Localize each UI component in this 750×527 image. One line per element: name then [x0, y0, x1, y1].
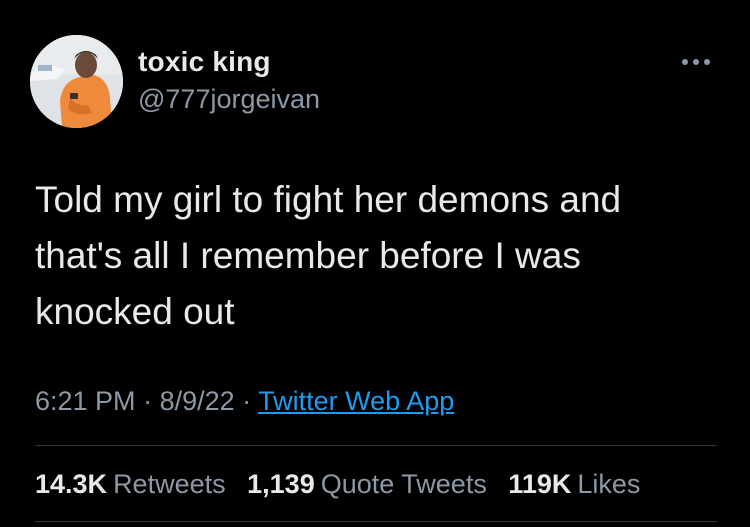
quote-tweets-label: Quote Tweets	[320, 469, 487, 499]
avatar-image	[30, 35, 123, 128]
tweet-date[interactable]: 8/9/22	[160, 386, 235, 416]
retweets-label: Retweets	[113, 469, 226, 499]
author-handle[interactable]: @777jorgeivan	[138, 84, 320, 115]
retweets-stat[interactable]: 14.3K Retweets	[35, 469, 226, 499]
tweet-text: Told my girl to fight her demons and tha…	[35, 179, 622, 332]
divider	[35, 445, 717, 446]
tweet-time[interactable]: 6:21 PM	[35, 386, 136, 416]
ellipsis-icon	[704, 59, 710, 65]
author-display-name[interactable]: toxic king	[138, 46, 271, 78]
tweet-source-link[interactable]: Twitter Web App	[258, 386, 454, 416]
more-options-button[interactable]	[676, 52, 716, 72]
meta-separator: ·	[135, 386, 160, 416]
avatar[interactable]	[30, 35, 123, 128]
meta-separator: ·	[234, 386, 259, 416]
quote-tweets-stat[interactable]: 1,139 Quote Tweets	[247, 469, 487, 499]
likes-count: 119K	[508, 469, 572, 499]
tweet-metadata: 6:21 PM · 8/9/22 · Twitter Web App	[35, 386, 454, 417]
retweets-count: 14.3K	[35, 469, 108, 499]
tweet-card: toxic king @777jorgeivan Told my girl to…	[0, 0, 750, 527]
likes-label: Likes	[577, 469, 641, 499]
ellipsis-icon	[682, 59, 688, 65]
quote-tweets-count: 1,139	[247, 469, 315, 499]
likes-stat[interactable]: 119K Likes	[508, 469, 640, 499]
ellipsis-icon	[693, 59, 699, 65]
divider	[35, 521, 717, 522]
tweet-stats: 14.3K Retweets 1,139 Quote Tweets 119K Like…	[35, 469, 640, 500]
